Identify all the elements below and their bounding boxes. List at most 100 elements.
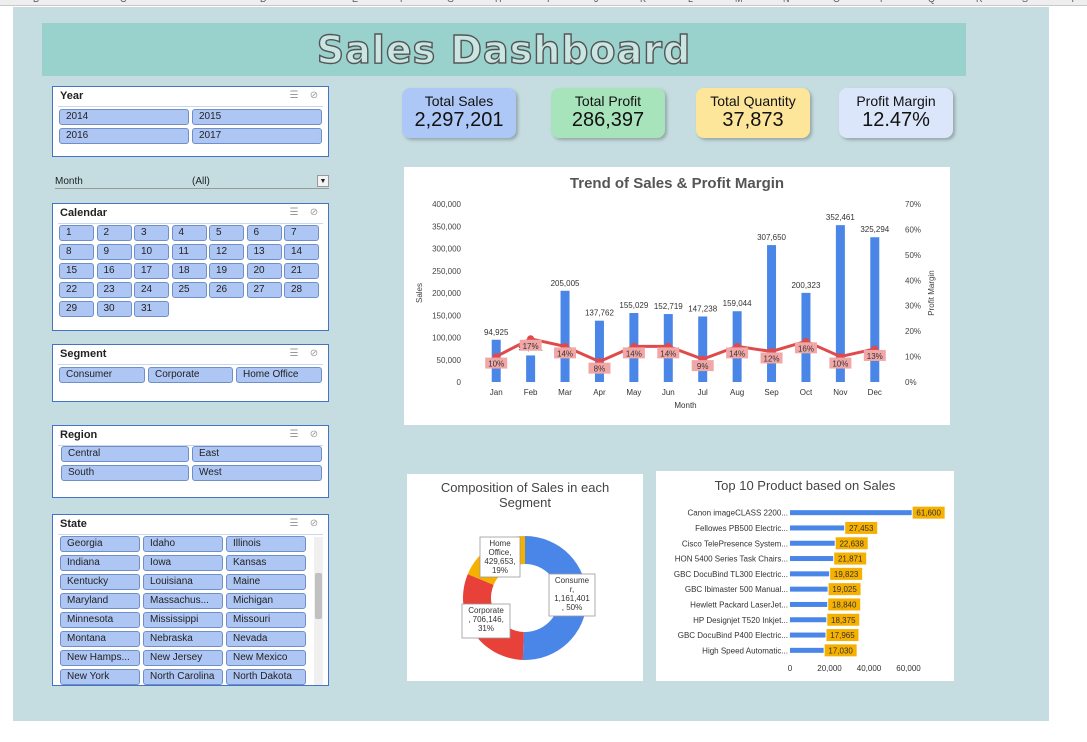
- state-item[interactable]: Nebraska: [143, 631, 223, 647]
- calendar-day[interactable]: 27: [246, 282, 282, 298]
- y-tick-label: 250,000: [432, 267, 461, 276]
- region-item[interactable]: Central: [61, 446, 189, 462]
- state-item[interactable]: Minnesota: [60, 612, 140, 628]
- calendar-day[interactable]: 7: [284, 225, 319, 241]
- year-item[interactable]: 2014: [59, 109, 189, 125]
- state-item[interactable]: Missouri: [226, 612, 306, 628]
- clear-filter-icon[interactable]: ⊘: [307, 429, 321, 441]
- state-item[interactable]: New Hamps...: [60, 650, 140, 666]
- state-item[interactable]: Georgia: [60, 536, 140, 552]
- top-products-chart-panel[interactable]: Top 10 Product based on Sales Canon image…: [656, 471, 954, 681]
- state-item[interactable]: Idaho: [143, 536, 223, 552]
- product-label: GBC Ibimaster 500 Manual...: [685, 585, 788, 594]
- segment-item[interactable]: Consumer: [59, 367, 145, 383]
- dropdown-icon[interactable]: ▼: [317, 175, 329, 187]
- calendar-day[interactable]: 14: [284, 244, 319, 260]
- state-item[interactable]: Illinois: [226, 536, 306, 552]
- state-item[interactable]: Louisiana: [143, 574, 223, 590]
- year-item[interactable]: 2015: [192, 109, 322, 125]
- calendar-day[interactable]: 9: [96, 244, 132, 260]
- calendar-day[interactable]: 15: [59, 263, 94, 279]
- calendar-day[interactable]: 26: [209, 282, 244, 298]
- multi-select-icon[interactable]: ☰: [287, 518, 301, 530]
- state-item[interactable]: New York: [60, 669, 140, 685]
- clear-filter-icon[interactable]: ⊘: [307, 207, 321, 219]
- region-item[interactable]: West: [192, 465, 322, 481]
- sales-data-label: 205,005: [551, 279, 580, 288]
- state-item[interactable]: Kentucky: [60, 574, 140, 590]
- year-item[interactable]: 2016: [59, 128, 189, 144]
- calendar-day[interactable]: 22: [59, 282, 94, 298]
- state-item[interactable]: Indiana: [60, 555, 140, 571]
- calendar-day[interactable]: 19: [209, 263, 244, 279]
- trend-chart-panel[interactable]: Trend of Sales & Profit Margin 0 50,000 100…: [404, 167, 950, 425]
- calendar-day[interactable]: 24: [134, 282, 169, 298]
- calendar-day[interactable]: 25: [171, 282, 207, 298]
- state-item[interactable]: Mississippi: [143, 612, 223, 628]
- calendar-day[interactable]: 28: [284, 282, 319, 298]
- segment-chart-panel[interactable]: Composition of Sales in each Segment Consu…: [407, 474, 643, 681]
- calendar-day[interactable]: 4: [171, 225, 207, 241]
- calendar-day[interactable]: 31: [134, 301, 169, 317]
- state-item[interactable]: Maryland: [60, 593, 140, 609]
- calendar-day[interactable]: 5: [209, 225, 244, 241]
- state-item[interactable]: Maine: [226, 574, 306, 590]
- multi-select-icon[interactable]: ☰: [287, 207, 301, 219]
- region-item[interactable]: South: [61, 465, 189, 481]
- state-item[interactable]: Nevada: [226, 631, 306, 647]
- calendar-day[interactable]: 16: [96, 263, 132, 279]
- kpi-label: Total Quantity: [710, 93, 796, 109]
- scrollbar-thumb[interactable]: [315, 573, 322, 619]
- product-label: High Speed Automatic...: [702, 646, 788, 655]
- clear-filter-icon[interactable]: ⊘: [307, 518, 321, 530]
- margin-data-label: 17%: [523, 342, 539, 351]
- calendar-day[interactable]: 29: [59, 301, 94, 317]
- segment-item[interactable]: Corporate: [148, 367, 233, 383]
- calendar-day[interactable]: 30: [96, 301, 132, 317]
- clear-filter-icon[interactable]: ⊘: [307, 348, 321, 360]
- calendar-day[interactable]: 13: [246, 244, 282, 260]
- clear-filter-icon[interactable]: ⊘: [307, 90, 321, 102]
- calendar-day[interactable]: 3: [134, 225, 169, 241]
- region-item[interactable]: East: [192, 446, 322, 462]
- y2-tick-label: 30%: [905, 302, 921, 311]
- multi-select-icon[interactable]: ☰: [287, 90, 301, 102]
- state-item[interactable]: Massachus...: [143, 593, 223, 609]
- calendar-day[interactable]: 12: [209, 244, 244, 260]
- product-value-label: 17,965: [830, 631, 855, 640]
- multi-select-icon[interactable]: ☰: [287, 429, 301, 441]
- segment-item[interactable]: Home Office: [236, 367, 322, 383]
- calendar-day[interactable]: 18: [171, 263, 207, 279]
- state-item[interactable]: Montana: [60, 631, 140, 647]
- year-item[interactable]: 2017: [192, 128, 322, 144]
- state-item[interactable]: New Mexico: [226, 650, 306, 666]
- calendar-day[interactable]: 21: [284, 263, 319, 279]
- calendar-day[interactable]: 11: [171, 244, 207, 260]
- year-slicer[interactable]: Year ☰ ⊘ 2014 2015 2016 2017: [52, 86, 329, 157]
- state-slicer[interactable]: State ☰ ⊘ Georgia Idaho Illinois Indiana Iow…: [52, 514, 329, 686]
- state-scrollbar[interactable]: [314, 537, 323, 685]
- calendar-day[interactable]: 6: [246, 225, 282, 241]
- state-item[interactable]: North Carolina: [143, 669, 223, 685]
- calendar-day[interactable]: 20: [246, 263, 282, 279]
- segment-slicer[interactable]: Segment ☰ ⊘ Consumer Corporate Home Offi…: [52, 344, 329, 402]
- state-slicer-title: State: [60, 518, 87, 530]
- calendar-day[interactable]: 8: [59, 244, 94, 260]
- product-label: HP Designjet T520 Inkjet...: [693, 616, 788, 625]
- calendar-day[interactable]: 23: [96, 282, 132, 298]
- calendar-day[interactable]: 1: [59, 225, 94, 241]
- calendar-day[interactable]: 2: [96, 225, 132, 241]
- state-item[interactable]: Iowa: [143, 555, 223, 571]
- y-tick-label: 200,000: [432, 289, 461, 298]
- calendar-slicer[interactable]: Calendar ☰ ⊘ 1 2 3 4 5 6 7 8 9 10 11 12 13 14 15 16 17 18…: [52, 203, 329, 331]
- calendar-day[interactable]: 17: [134, 263, 169, 279]
- calendar-day[interactable]: 10: [134, 244, 169, 260]
- multi-select-icon[interactable]: ☰: [287, 348, 301, 360]
- month-filter[interactable]: Month (All) ▼: [55, 175, 329, 189]
- region-slicer[interactable]: Region ☰ ⊘ Central East South West: [52, 425, 329, 498]
- x-tick-label: Jun: [662, 388, 675, 397]
- state-item[interactable]: North Dakota: [226, 669, 306, 685]
- state-item[interactable]: Michigan: [226, 593, 306, 609]
- state-item[interactable]: Kansas: [226, 555, 306, 571]
- state-item[interactable]: New Jersey: [143, 650, 223, 666]
